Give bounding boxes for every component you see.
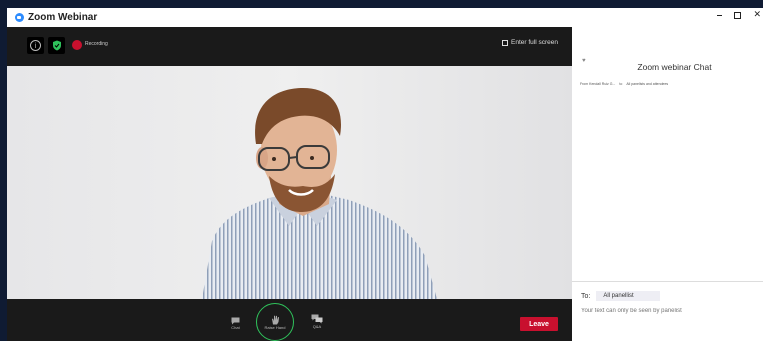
chat-sender: From Kendall Ruiz G... (580, 82, 616, 86)
shield-icon (52, 40, 61, 51)
recipient-select[interactable]: All panellist (596, 291, 661, 301)
info-button[interactable]: i (27, 37, 44, 54)
raise-hand-label: Raise Hand (264, 324, 286, 330)
fullscreen-label: Enter full screen (511, 39, 558, 46)
recording-label: Recording (85, 41, 108, 47)
qa-icon (311, 314, 323, 324)
recipient-label: To: (581, 292, 591, 300)
maximize-icon[interactable] (734, 12, 742, 19)
chat-divider (572, 281, 763, 282)
meeting-area: i Recording Enter full screen Chat Raise… (7, 27, 572, 341)
qa-label: Q&A (312, 324, 322, 329)
chat-audience: All panelists and attendees (626, 82, 669, 86)
recipient-row: To: All panellist (581, 291, 661, 301)
zoom-webinar-window: Zoom Webinar i Recording Enter full scre… (7, 8, 572, 341)
zoom-logo-icon (15, 13, 24, 22)
chat-button[interactable]: Chat (231, 317, 240, 330)
chat-icon (231, 317, 240, 325)
chat-panel: ✕ ♥ Zoom webinar Chat From Kendall Ruiz … (572, 8, 763, 341)
chat-message-header: From Kendall Ruiz G... to All panelists … (580, 82, 668, 86)
info-icon: i (30, 40, 41, 51)
chat-label: Chat (231, 325, 240, 330)
security-button[interactable] (48, 37, 65, 54)
desktop-background: Zoom Webinar i Recording Enter full scre… (0, 0, 763, 341)
recording-icon (72, 40, 82, 50)
window-title: Zoom Webinar (28, 12, 98, 23)
chat-message-input[interactable] (581, 308, 751, 314)
close-icon[interactable]: ✕ (753, 11, 761, 20)
raise-hand-button[interactable]: Raise Hand (256, 303, 294, 341)
speaker-video (7, 66, 572, 299)
minimize-icon[interactable] (717, 15, 723, 16)
title-bar: Zoom Webinar (7, 8, 572, 27)
bottom-toolbar: Chat Raise Hand Q&A Leave (7, 299, 572, 341)
raise-hand-icon (271, 315, 279, 324)
qa-button[interactable]: Q&A (311, 314, 323, 329)
leave-button[interactable]: Leave (520, 317, 558, 331)
chat-to-word: to (619, 82, 623, 86)
chat-title: Zoom webinar Chat (637, 62, 712, 72)
fullscreen-icon (502, 39, 509, 46)
speaker-video-frame (7, 66, 572, 299)
top-toolbar: i Recording Enter full screen (7, 27, 572, 66)
window-controls: ✕ (717, 11, 763, 20)
enter-fullscreen-button[interactable]: Enter full screen (502, 39, 558, 46)
